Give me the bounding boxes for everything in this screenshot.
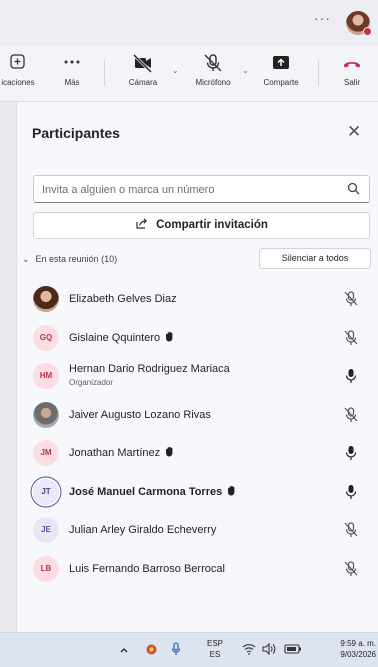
clock-date: 9/03/2026 [340, 650, 376, 659]
leave-label: Salir [343, 78, 360, 87]
avatar: LB [33, 555, 59, 582]
mic-off-icon [204, 54, 222, 72]
mic-off-icon[interactable] [344, 329, 358, 346]
more-actions-label: Más [64, 78, 80, 87]
mute-all-button[interactable]: Silenciar a todos [259, 248, 371, 269]
mic-on-icon[interactable] [344, 368, 358, 384]
panel-title: Participantes [32, 125, 120, 141]
mic-off-icon[interactable] [344, 522, 358, 538]
participant-name: Luis Fernando Barroso Berrocal [69, 562, 225, 575]
avatar: JM [33, 440, 59, 466]
camera-label: Cámara [128, 78, 158, 87]
busy-status-icon [363, 27, 372, 36]
camera-off-icon [132, 53, 153, 74]
participants-panel: Participantes ✕ Compartir invitación ⌄ En… [16, 102, 378, 632]
raised-hand-icon [166, 446, 173, 457]
wifi-icon[interactable] [242, 643, 256, 655]
participant-role: Organizador [69, 378, 114, 387]
raised-hand-icon [228, 485, 235, 496]
chevron-down-icon: ⌄ [22, 254, 30, 264]
participant-row[interactable]: Elizabeth Gelves Diaz [17, 280, 378, 319]
plus-square-icon [10, 54, 25, 69]
participant-row[interactable]: JE Julian Arley Giraldo Echeverry [17, 511, 378, 550]
language-code: ESP [207, 639, 224, 648]
mic-on-icon[interactable] [344, 445, 358, 461]
apps-button[interactable]: icaciones [0, 52, 38, 87]
keyboard-layout: ES [209, 650, 221, 659]
avatar: GQ [33, 324, 59, 351]
microphone-button[interactable]: Micrófono [186, 52, 240, 87]
more-options-button[interactable]: ··· [314, 10, 331, 26]
participant-name: José Manuel Carmona Torres [69, 485, 237, 498]
battery-icon[interactable] [284, 644, 302, 654]
participant-name-text: Gislaine Qquintero [69, 331, 161, 344]
toolbar-divider [104, 60, 105, 86]
microphone-label: Micrófono [195, 78, 231, 87]
avatar [33, 401, 59, 428]
participant-name: Jaiver Augusto Lozano Rivas [69, 408, 211, 421]
participant-name-text: Jonathan Martínez [69, 447, 161, 459]
share-invitation-label: Compartir invitación [156, 219, 268, 231]
volume-icon[interactable] [262, 643, 277, 655]
invite-search-input[interactable] [42, 181, 332, 198]
more-actions-button[interactable]: Más [52, 52, 92, 87]
participant-name: Julian Arley Giraldo Echeverry [69, 524, 217, 536]
title-bar: ··· [0, 0, 378, 46]
share-invitation-button[interactable]: Compartir invitación [33, 212, 370, 239]
hang-up-icon [344, 62, 360, 68]
raised-hand-icon [166, 331, 173, 342]
share-content-button[interactable]: Comparte [256, 52, 306, 87]
share-arrow-icon [136, 218, 148, 229]
share-tray-icon [273, 56, 289, 69]
more-dots-icon [64, 60, 80, 64]
participant-name: Jonathan Martínez [69, 446, 175, 459]
participant-row[interactable]: Jaiver Augusto Lozano Rivas [17, 396, 378, 435]
system-clock[interactable]: 9:59 a. m. 9/03/2026 [338, 638, 376, 660]
mic-off-icon[interactable] [344, 406, 358, 423]
search-icon [347, 182, 360, 195]
participant-name-text: José Manuel Carmona Torres [69, 485, 223, 498]
clock-time: 9:59 a. m. [340, 639, 376, 648]
participant-name: Gislaine Qquintero [69, 331, 175, 344]
participant-row[interactable]: LB Luis Fernando Barroso Berrocal [17, 550, 378, 589]
my-avatar[interactable] [346, 11, 372, 36]
mic-options-chevron-icon[interactable]: ⌄ [242, 66, 249, 75]
system-taskbar: ESP ES 9:59 a. m. 9/03/2026 [0, 632, 378, 667]
avatar [33, 286, 59, 312]
meeting-toolbar: icaciones Más Cámara ⌄ Micrófono ⌄ Compa… [0, 46, 378, 102]
mic-off-icon[interactable] [344, 560, 358, 577]
in-meeting-section-label: En esta reunión (10) [35, 254, 118, 264]
camera-button[interactable]: Cámara [118, 52, 168, 87]
participant-name: Hernan Dario Rodriguez Mariaca [69, 363, 230, 375]
leave-button[interactable]: Salir [332, 52, 372, 87]
invite-search-field[interactable] [33, 175, 370, 203]
participant-row[interactable]: HM Hernan Dario Rodriguez Mariaca Organi… [17, 357, 378, 396]
avatar: HM [33, 363, 59, 389]
avatar: JE [33, 517, 59, 543]
in-meeting-section-toggle[interactable]: ⌄ En esta reunión (10) [22, 254, 117, 265]
toolbar-divider [318, 60, 319, 86]
close-icon[interactable]: ✕ [347, 122, 361, 142]
participant-row[interactable]: JT José Manuel Carmona Torres [17, 473, 378, 512]
participant-row[interactable]: JM Jonathan Martínez [17, 434, 378, 473]
participant-name: Elizabeth Gelves Diaz [69, 293, 177, 305]
participant-row[interactable]: GQ Gislaine Qquintero [17, 319, 378, 358]
avatar: JT [33, 478, 59, 505]
apps-label: icaciones [1, 78, 35, 87]
share-content-label: Comparte [263, 78, 299, 87]
chevron-up-icon[interactable] [119, 645, 129, 655]
participant-list: Elizabeth Gelves Diaz GQ Gislaine Qquint… [17, 280, 378, 588]
camera-options-chevron-icon[interactable]: ⌄ [172, 66, 179, 75]
mic-off-icon[interactable] [344, 291, 358, 307]
language-indicator[interactable]: ESP ES [207, 638, 223, 660]
app-tray-icon[interactable] [145, 643, 158, 656]
mic-on-icon[interactable] [344, 484, 358, 500]
microphone-tray-icon[interactable] [171, 642, 181, 657]
